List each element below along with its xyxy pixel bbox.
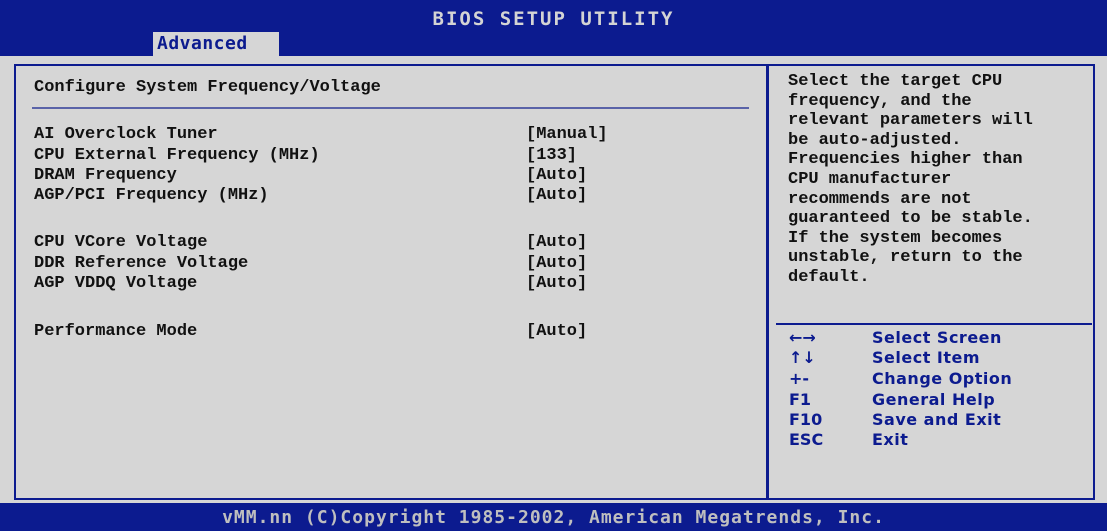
setting-performance-mode[interactable]: Performance Mode [Auto] [34,322,654,344]
setting-label: DRAM Frequency [34,166,177,185]
setting-value[interactable]: [Auto] [526,274,587,293]
copyright-footer: vMM.nn (C)Copyright 1985-2002, American … [0,503,1107,531]
setting-value[interactable]: [Auto] [526,186,587,205]
setting-label: CPU External Frequency (MHz) [34,146,320,165]
setting-value[interactable]: [Manual] [526,125,608,144]
setting-ai-overclock-tuner[interactable]: AI Overclock Tuner [Manual] [34,125,654,147]
help-line: Frequencies higher than [788,150,1023,170]
up-down-arrows-icon: ↑↓ [789,348,816,367]
left-right-arrows-icon: ←→ [789,328,816,347]
setting-value[interactable]: [Auto] [526,322,587,341]
help-line: Select the target CPU [788,72,1003,91]
help-line: CPU manufacturer [788,169,952,189]
setting-dram-frequency[interactable]: DRAM Frequency [Auto] [34,166,654,188]
setting-cpu-external-frequency[interactable]: CPU External Frequency (MHz) [133] [34,146,654,168]
setting-value[interactable]: [Auto] [526,254,587,273]
setting-value[interactable]: [133] [526,146,577,165]
setting-agp-vddq-voltage[interactable]: AGP VDDQ Voltage [Auto] [34,274,654,296]
setting-cpu-vcore-voltage[interactable]: CPU VCore Voltage [Auto] [34,233,654,255]
title-bar: BIOS SETUP UTILITY Advanced [0,0,1107,56]
help-line: be auto-adjusted. [788,130,962,150]
key-label: F10 [789,410,823,429]
plus-minus-icon: +- [789,369,810,388]
setting-label: AGP VDDQ Voltage [34,274,198,293]
tab-advanced[interactable]: Advanced [153,32,279,56]
setting-label: Performance Mode [34,322,198,341]
key-label: ESC [789,430,824,449]
setting-label: CPU VCore Voltage [34,233,208,252]
key-action: Select Screen [872,328,1002,347]
section-title: Configure System Frequency/Voltage [34,78,381,97]
help-text: Select the target CPU frequency, and the… [788,72,1088,288]
help-line: recommends are not [788,189,972,209]
key-label: F1 [789,390,812,409]
help-line: unstable, return to the [788,248,1023,268]
key-action: Change Option [872,369,1013,388]
help-line: If the system becomes [788,228,1003,248]
key-action: Select Item [872,348,981,367]
setting-value[interactable]: [Auto] [526,233,587,252]
setting-ddr-reference-voltage[interactable]: DDR Reference Voltage [Auto] [34,254,654,276]
key-action: Exit [872,430,909,449]
help-line: guaranteed to be stable. [788,209,1033,229]
help-line: default. [788,267,870,287]
setting-label: AI Overclock Tuner [34,125,218,144]
help-line: frequency, and the [788,91,972,111]
section-divider [32,107,749,109]
setting-value[interactable]: [Auto] [526,166,587,185]
setting-agp-pci-frequency[interactable]: AGP/PCI Frequency (MHz) [Auto] [34,186,654,208]
key-action: Save and Exit [872,410,1002,429]
help-line: relevant parameters will [788,111,1033,131]
help-separator [776,323,1092,325]
setting-label: AGP/PCI Frequency (MHz) [34,186,269,205]
bios-title: BIOS SETUP UTILITY [432,8,675,30]
setting-label: DDR Reference Voltage [34,254,249,273]
key-action: General Help [872,390,996,409]
